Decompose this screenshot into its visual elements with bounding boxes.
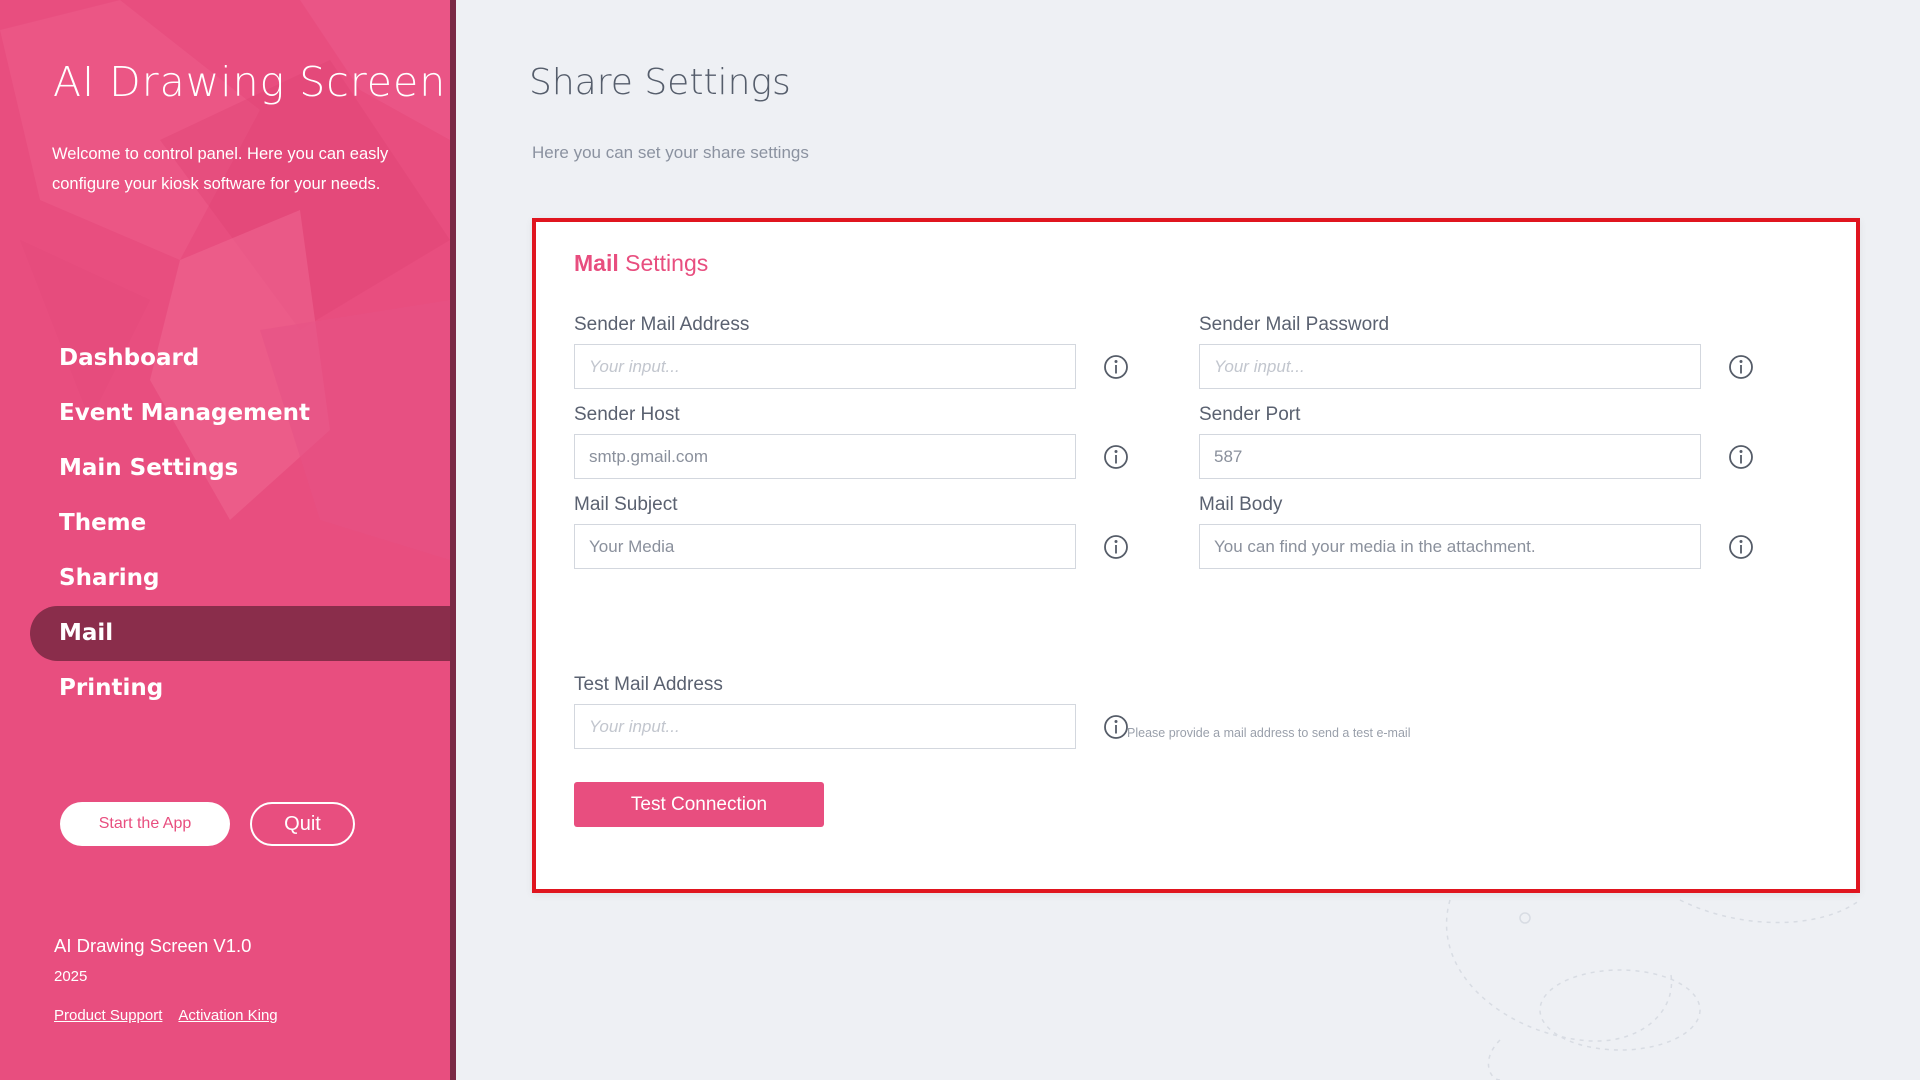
mail-subject-input[interactable] [574,524,1076,569]
sender-port-field: Sender Port [1199,404,1759,479]
sidebar-item-event-management[interactable]: Event Management [0,386,450,441]
sidebar-nav: Dashboard Event Management Main Settings… [0,331,450,716]
field-label: Sender Mail Password [1199,314,1390,335]
sender-port-input[interactable] [1199,434,1701,479]
field-label: Sender Port [1199,404,1301,425]
mail-body-input[interactable] [1199,524,1701,569]
card-title-strong: Mail [574,250,619,276]
app-title: AI Drawing Screen [53,58,447,106]
sidebar-item-sharing[interactable]: Sharing [0,551,450,606]
info-icon[interactable] [1103,714,1129,740]
mail-settings-card: Mail Settings Sender Mail Address Sender… [532,218,1860,893]
sidebar-item-main-settings[interactable]: Main Settings [0,441,450,496]
sidebar-item-dashboard[interactable]: Dashboard [0,331,450,386]
decorative-pattern [1445,899,1861,1080]
field-label: Sender Host [574,404,680,425]
test-mail-address-input[interactable] [574,704,1076,749]
field-label: Mail Subject [574,494,678,515]
sender-mail-address-field: Sender Mail Address [574,314,1134,389]
card-title-rest: Settings [618,250,709,276]
sender-host-field: Sender Host [574,404,1134,479]
info-icon[interactable] [1728,444,1754,470]
card-title: Mail Settings [574,250,708,277]
info-icon[interactable] [1103,354,1129,380]
sidebar-item-theme[interactable]: Theme [0,496,450,551]
sidebar-item-mail[interactable]: Mail [30,606,450,661]
sidebar-divider [450,0,456,1080]
sender-mail-address-input[interactable] [574,344,1076,389]
info-icon[interactable] [1103,534,1129,560]
test-mail-address-field: Test Mail Address [574,674,1134,749]
field-label: Test Mail Address [574,674,723,695]
info-icon[interactable] [1103,444,1129,470]
test-connection-button[interactable]: Test Connection [574,782,824,827]
mail-body-field: Mail Body [1199,494,1759,569]
sidebar-item-printing[interactable]: Printing [0,661,450,716]
year-text: 2025 [54,968,88,985]
mail-subject-field: Mail Subject [574,494,1134,569]
welcome-text: Welcome to control panel. Here you can e… [52,145,389,193]
sender-mail-password-input[interactable] [1199,344,1701,389]
page-subtitle: Here you can set your share settings [532,143,809,162]
info-icon[interactable] [1728,534,1754,560]
version-text: AI Drawing Screen V1.0 [54,935,252,956]
sender-mail-password-field: Sender Mail Password [1199,314,1759,389]
field-label: Mail Body [1199,494,1283,515]
field-label: Sender Mail Address [574,314,750,335]
product-support-link[interactable]: Product Support [54,1007,162,1024]
sender-host-input[interactable] [574,434,1076,479]
quit-button[interactable]: Quit [250,802,355,846]
start-app-button[interactable]: Start the App [60,802,230,846]
page-title: Share Settings [529,62,791,103]
test-mail-hint: Please provide a mail address to send a … [1127,726,1411,740]
activation-king-link[interactable]: Activation King [178,1007,277,1024]
info-icon[interactable] [1728,354,1754,380]
sidebar: AI Drawing Screen Welcome to control pan… [0,0,450,1080]
footer-links: Product Support Activation King [54,1007,294,1024]
